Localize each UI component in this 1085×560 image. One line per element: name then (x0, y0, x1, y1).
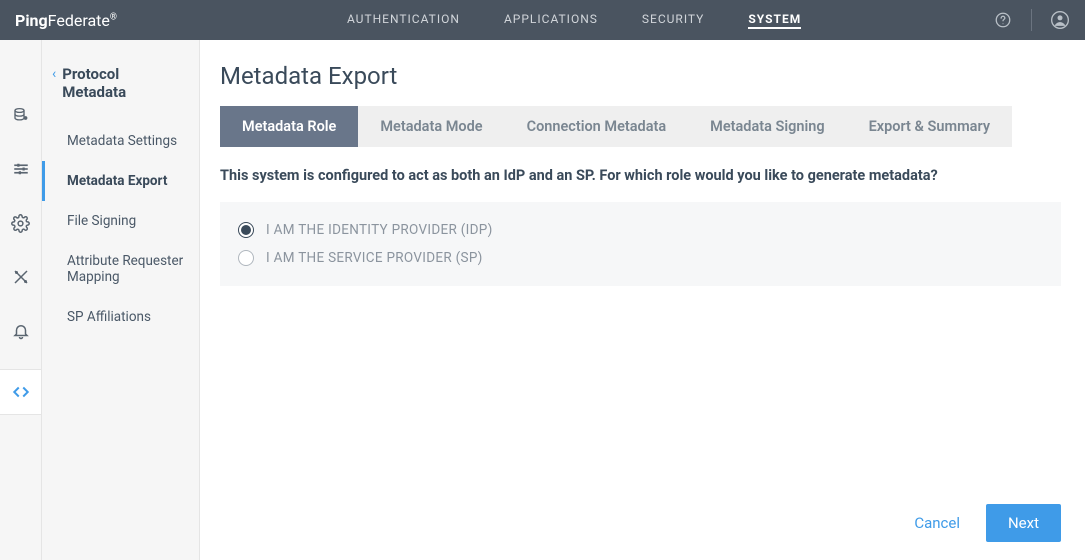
logo-reg-mark: ® (110, 12, 117, 22)
bell-icon[interactable] (11, 321, 31, 341)
nav-security[interactable]: SECURITY (642, 11, 705, 29)
side-nav-heading[interactable]: ‹ Protocol Metadata (42, 65, 199, 121)
sidebar-item-sp-affiliations[interactable]: SP Affiliations (42, 297, 199, 337)
footer-actions: Cancel Next (220, 488, 1061, 560)
chevron-left-icon: ‹ (52, 65, 56, 83)
user-icon[interactable] (1050, 10, 1070, 30)
header-right (993, 9, 1070, 31)
top-header: PingFederate® AUTHENTICATION APPLICATION… (0, 0, 1085, 40)
radio-option-idp[interactable]: I AM THE IDENTITY PROVIDER (IDP) (238, 216, 1043, 244)
wizard-tabs: Metadata Role Metadata Mode Connection M… (220, 106, 1061, 147)
radio-icon (238, 222, 254, 238)
nav-applications[interactable]: APPLICATIONS (504, 11, 598, 29)
side-nav: ‹ Protocol Metadata Metadata Settings Me… (42, 40, 200, 560)
nav-system[interactable]: SYSTEM (748, 11, 801, 29)
sidebar-item-metadata-settings[interactable]: Metadata Settings (42, 121, 199, 161)
sidebar-item-attribute-requester-mapping[interactable]: Attribute Requester Mapping (42, 241, 199, 297)
tab-export-summary[interactable]: Export & Summary (847, 106, 1012, 147)
tab-metadata-role[interactable]: Metadata Role (220, 106, 358, 147)
radio-label: I AM THE IDENTITY PROVIDER (IDP) (266, 222, 493, 238)
sliders-icon[interactable] (11, 159, 31, 179)
logo: PingFederate® (15, 11, 117, 30)
sidebar-item-file-signing[interactable]: File Signing (42, 201, 199, 241)
rail-active-wrapper (0, 369, 41, 415)
tab-metadata-mode[interactable]: Metadata Mode (358, 106, 504, 147)
tools-icon[interactable] (11, 267, 31, 287)
radio-icon (238, 250, 254, 266)
top-nav: AUTHENTICATION APPLICATIONS SECURITY SYS… (347, 11, 801, 29)
tab-metadata-signing[interactable]: Metadata Signing (688, 106, 846, 147)
radio-option-sp[interactable]: I AM THE SERVICE PROVIDER (SP) (238, 244, 1043, 272)
sidebar-item-metadata-export[interactable]: Metadata Export (42, 161, 199, 201)
nav-authentication[interactable]: AUTHENTICATION (347, 11, 460, 29)
icon-rail (0, 40, 42, 560)
database-icon[interactable] (11, 105, 31, 125)
cancel-button[interactable]: Cancel (914, 514, 960, 532)
page-description: This system is configured to act as both… (220, 167, 1061, 184)
divider (1031, 9, 1032, 31)
logo-strong: Ping (15, 11, 48, 30)
layout: ‹ Protocol Metadata Metadata Settings Me… (0, 40, 1085, 560)
next-button[interactable]: Next (986, 504, 1061, 542)
tab-connection-metadata[interactable]: Connection Metadata (505, 106, 689, 147)
page-title: Metadata Export (220, 62, 1061, 90)
radio-label: I AM THE SERVICE PROVIDER (SP) (266, 250, 483, 266)
side-nav-heading-text: Protocol Metadata (62, 65, 185, 101)
code-icon[interactable] (11, 382, 31, 402)
main-content: Metadata Export Metadata Role Metadata M… (200, 40, 1085, 560)
radio-panel: I AM THE IDENTITY PROVIDER (IDP) I AM TH… (220, 202, 1061, 286)
gear-icon[interactable] (11, 213, 31, 233)
logo-light: Federate (48, 11, 110, 30)
help-icon[interactable] (993, 10, 1013, 30)
